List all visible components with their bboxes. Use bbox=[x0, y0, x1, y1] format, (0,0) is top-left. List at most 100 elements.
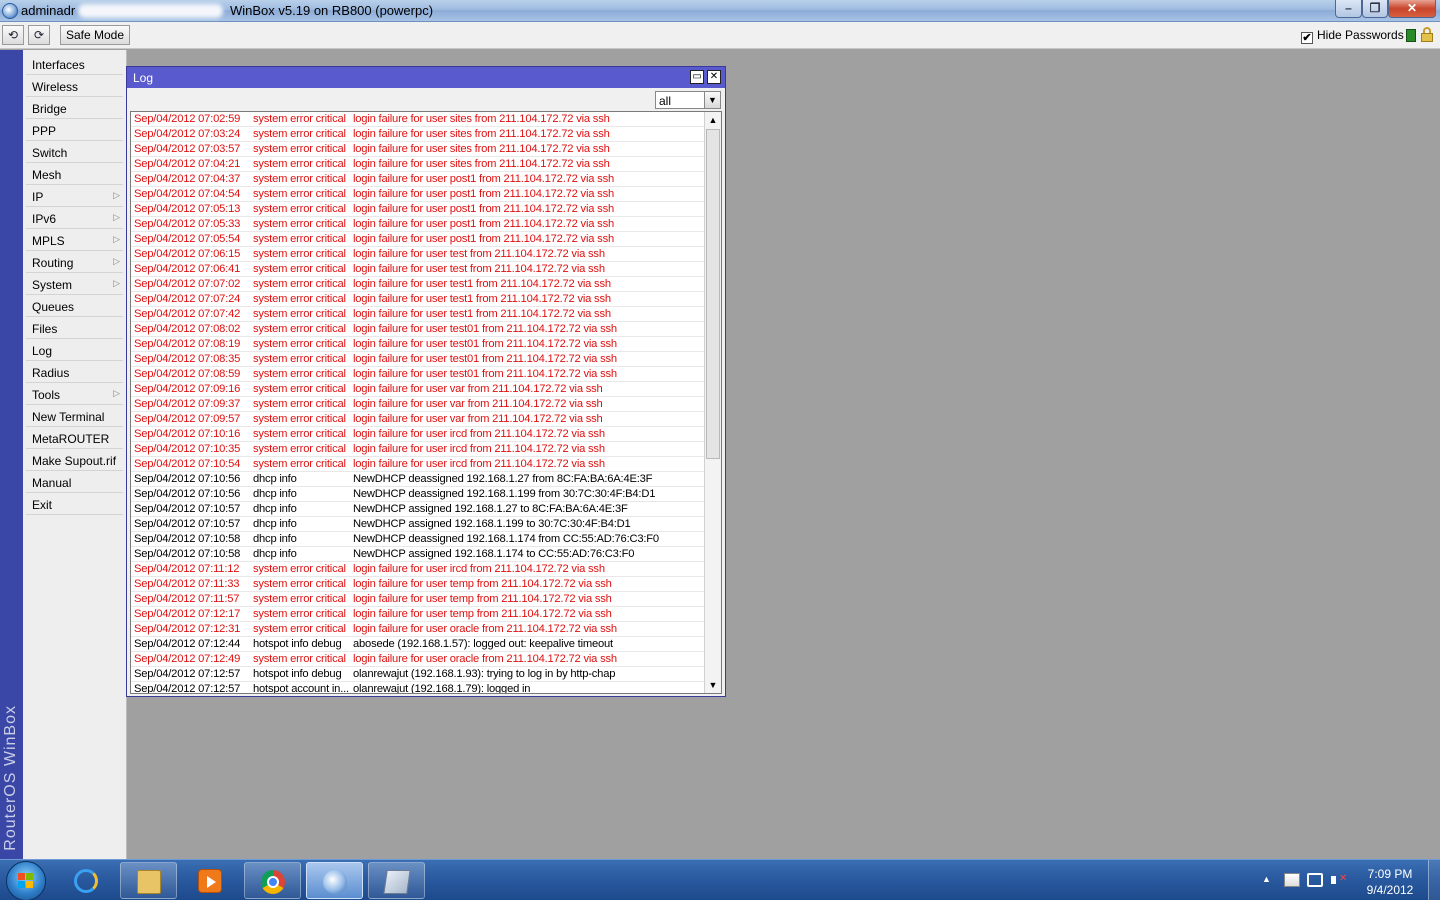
log-time: Sep/04/2012 07:06:41 bbox=[134, 263, 241, 275]
taskbar-winbox-button[interactable] bbox=[306, 862, 363, 899]
log-row[interactable]: Sep/04/2012 07:10:57 dhcp info NewDHCP ass… bbox=[131, 517, 704, 532]
taskbar-file-explorer-button[interactable] bbox=[120, 862, 177, 899]
network-icon[interactable] bbox=[1307, 873, 1323, 887]
hide-passwords-checkbox[interactable]: ✔ bbox=[1301, 32, 1313, 44]
sidebar-item-routing[interactable]: Routing ▷ bbox=[26, 251, 123, 273]
sidebar-item-label: Log bbox=[32, 344, 53, 358]
log-row[interactable]: Sep/04/2012 07:08:02 system error critica… bbox=[131, 322, 704, 337]
log-row[interactable]: Sep/04/2012 07:08:35 system error critica… bbox=[131, 352, 704, 367]
log-row[interactable]: Sep/04/2012 07:10:16 system error critica… bbox=[131, 427, 704, 442]
sidebar-item-manual[interactable]: Manual bbox=[26, 471, 123, 493]
undo-button[interactable]: ⟲ bbox=[2, 25, 24, 45]
scroll-up-icon[interactable]: ▲ bbox=[705, 112, 721, 128]
show-desktop-button[interactable] bbox=[1428, 860, 1440, 900]
taskbar-internet-explorer-button[interactable] bbox=[58, 862, 115, 899]
log-time: Sep/04/2012 07:09:16 bbox=[134, 383, 241, 395]
sidebar-item-system[interactable]: System ▷ bbox=[26, 273, 123, 295]
taskbar-chrome-button[interactable] bbox=[244, 862, 301, 899]
log-row[interactable]: Sep/04/2012 07:11:33 system error critica… bbox=[131, 577, 704, 592]
log-row[interactable]: Sep/04/2012 07:02:59 system error critica… bbox=[131, 112, 704, 127]
taskbar-notepad-button[interactable] bbox=[368, 862, 425, 899]
log-row[interactable]: Sep/04/2012 07:12:17 system error critica… bbox=[131, 607, 704, 622]
sidebar-item-interfaces[interactable]: Interfaces bbox=[26, 53, 123, 75]
dropdown-arrow-icon[interactable]: ▼ bbox=[704, 92, 720, 108]
log-row[interactable]: Sep/04/2012 07:04:37 system error critica… bbox=[131, 172, 704, 187]
log-row[interactable]: Sep/04/2012 07:04:21 system error critica… bbox=[131, 157, 704, 172]
log-row[interactable]: Sep/04/2012 07:09:16 system error critica… bbox=[131, 382, 704, 397]
close-button[interactable]: ✕ bbox=[1388, 0, 1436, 18]
log-row[interactable]: Sep/04/2012 07:03:24 system error critica… bbox=[131, 127, 704, 142]
sidebar-item-ppp[interactable]: PPP bbox=[26, 119, 123, 141]
log-row[interactable]: Sep/04/2012 07:05:54 system error critica… bbox=[131, 232, 704, 247]
sidebar-item-make-supout-rif[interactable]: Make Supout.rif bbox=[26, 449, 123, 471]
log-row[interactable]: Sep/04/2012 07:06:41 system error critica… bbox=[131, 262, 704, 277]
vertical-scrollbar[interactable]: ▲ ▼ bbox=[704, 112, 721, 693]
log-row[interactable]: Sep/04/2012 07:10:54 system error critica… bbox=[131, 457, 704, 472]
log-row[interactable]: Sep/04/2012 07:12:57 hotspot info debug ol… bbox=[131, 667, 704, 682]
sidebar-item-mesh[interactable]: Mesh bbox=[26, 163, 123, 185]
log-filter-select[interactable]: all ▼ bbox=[655, 91, 721, 109]
log-row[interactable]: Sep/04/2012 07:11:57 system error critica… bbox=[131, 592, 704, 607]
log-row[interactable]: Sep/04/2012 07:12:49 system error critica… bbox=[131, 652, 704, 667]
taskbar-clock[interactable]: 7:09 PM 9/4/2012 bbox=[1352, 866, 1428, 898]
log-row[interactable]: Sep/04/2012 07:06:15 system error critica… bbox=[131, 247, 704, 262]
scroll-down-icon[interactable]: ▼ bbox=[705, 677, 721, 693]
log-row[interactable]: Sep/04/2012 07:10:57 dhcp info NewDHCP ass… bbox=[131, 502, 704, 517]
log-time: Sep/04/2012 07:10:56 bbox=[134, 488, 241, 500]
log-row[interactable]: Sep/04/2012 07:12:31 system error critica… bbox=[131, 622, 704, 637]
log-message: login failure for user oracle from 211.1… bbox=[353, 623, 617, 635]
show-hidden-icons-icon[interactable]: ▲ bbox=[1262, 874, 1278, 888]
log-row[interactable]: Sep/04/2012 07:10:58 dhcp info NewDHCP ass… bbox=[131, 547, 704, 562]
log-window-close-button[interactable]: ✕ bbox=[707, 70, 721, 84]
log-row[interactable]: Sep/04/2012 07:07:42 system error critica… bbox=[131, 307, 704, 322]
sidebar-item-wireless[interactable]: Wireless bbox=[26, 75, 123, 97]
log-row[interactable]: Sep/04/2012 07:12:44 hotspot info debug ab… bbox=[131, 637, 704, 652]
log-row[interactable]: Sep/04/2012 07:08:19 system error critica… bbox=[131, 337, 704, 352]
sidebar-item-bridge[interactable]: Bridge bbox=[26, 97, 123, 119]
log-row[interactable]: Sep/04/2012 07:07:24 system error critica… bbox=[131, 292, 704, 307]
sidebar-item-exit[interactable]: Exit bbox=[26, 493, 123, 515]
log-list[interactable]: Sep/04/2012 07:02:59 system error critica… bbox=[130, 111, 722, 694]
hide-passwords-toggle[interactable]: ✔ Hide Passwords bbox=[1301, 28, 1404, 44]
taskbar-media-player-button[interactable] bbox=[182, 862, 239, 899]
window-title-bar[interactable]: adminadr WinBox v5.19 on RB800 (powerpc)… bbox=[0, 0, 1440, 22]
maximize-button[interactable]: ❐ bbox=[1362, 0, 1388, 18]
action-center-flag-icon[interactable] bbox=[1284, 873, 1300, 887]
sidebar-item-ipv6[interactable]: IPv6 ▷ bbox=[26, 207, 123, 229]
log-row[interactable]: Sep/04/2012 07:09:57 system error critica… bbox=[131, 412, 704, 427]
log-row[interactable]: Sep/04/2012 07:03:57 system error critica… bbox=[131, 142, 704, 157]
log-row[interactable]: Sep/04/2012 07:07:02 system error critica… bbox=[131, 277, 704, 292]
sidebar-item-switch[interactable]: Switch bbox=[26, 141, 123, 163]
log-row[interactable]: Sep/04/2012 07:09:37 system error critica… bbox=[131, 397, 704, 412]
log-row[interactable]: Sep/04/2012 07:10:56 dhcp info NewDHCP dea… bbox=[131, 472, 704, 487]
volume-muted-icon[interactable] bbox=[1331, 873, 1347, 887]
brand-strip: RouterOS WinBox bbox=[0, 50, 23, 859]
media-player-icon bbox=[198, 869, 222, 893]
minimize-button[interactable]: – bbox=[1335, 0, 1362, 18]
submenu-arrow-icon: ▷ bbox=[113, 278, 120, 288]
log-row[interactable]: Sep/04/2012 07:08:59 system error critica… bbox=[131, 367, 704, 382]
log-row[interactable]: Sep/04/2012 07:10:35 system error critica… bbox=[131, 442, 704, 457]
sidebar-item-mpls[interactable]: MPLS ▷ bbox=[26, 229, 123, 251]
log-row[interactable]: Sep/04/2012 07:10:56 dhcp info NewDHCP dea… bbox=[131, 487, 704, 502]
sidebar-item-log[interactable]: Log bbox=[26, 339, 123, 361]
sidebar-item-ip[interactable]: IP ▷ bbox=[26, 185, 123, 207]
scroll-thumb[interactable] bbox=[706, 129, 720, 459]
log-window-title-bar[interactable]: Log ▭ ✕ bbox=[127, 67, 725, 88]
sidebar-item-metarouter[interactable]: MetaROUTER bbox=[26, 427, 123, 449]
sidebar-item-files[interactable]: Files bbox=[26, 317, 123, 339]
start-button[interactable] bbox=[6, 861, 46, 900]
log-row[interactable]: Sep/04/2012 07:10:58 dhcp info NewDHCP dea… bbox=[131, 532, 704, 547]
sidebar-item-queues[interactable]: Queues bbox=[26, 295, 123, 317]
sidebar-item-tools[interactable]: Tools ▷ bbox=[26, 383, 123, 405]
log-window-maximize-button[interactable]: ▭ bbox=[690, 70, 704, 84]
log-row[interactable]: Sep/04/2012 07:05:13 system error critica… bbox=[131, 202, 704, 217]
safe-mode-button[interactable]: Safe Mode bbox=[60, 25, 130, 45]
log-row[interactable]: Sep/04/2012 07:04:54 system error critica… bbox=[131, 187, 704, 202]
log-row[interactable]: Sep/04/2012 07:11:12 system error critica… bbox=[131, 562, 704, 577]
sidebar-item-radius[interactable]: Radius bbox=[26, 361, 123, 383]
log-row[interactable]: Sep/04/2012 07:05:33 system error critica… bbox=[131, 217, 704, 232]
log-row[interactable]: Sep/04/2012 07:12:57 hotspot account in..… bbox=[131, 682, 704, 693]
sidebar-item-new-terminal[interactable]: New Terminal bbox=[26, 405, 123, 427]
redo-button[interactable]: ⟳ bbox=[28, 25, 50, 45]
